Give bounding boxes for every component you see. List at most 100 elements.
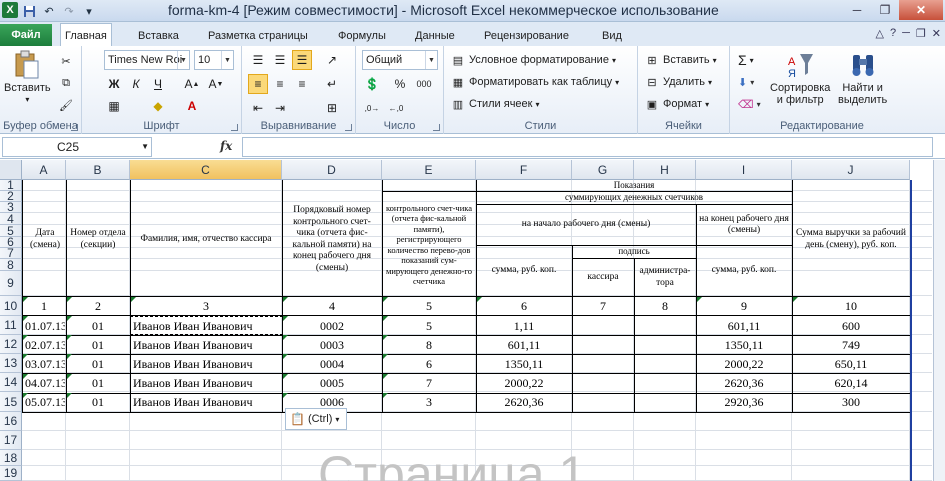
header-serial[interactable]: Порядковый номер контрольного счет-чика … [283, 182, 381, 297]
table-cell-control[interactable]: 6 [383, 354, 475, 373]
number-format-combo[interactable]: Общий ▼ [362, 50, 438, 70]
table-cell-control[interactable]: 3 [383, 393, 475, 412]
align-top-icon[interactable]: ☰ [248, 50, 268, 70]
font-size-combo[interactable]: 10 ▼ [194, 50, 234, 70]
align-left-icon[interactable]: ≡ [248, 74, 268, 94]
thousands-icon[interactable]: 000 [414, 74, 434, 94]
customize-qat-icon[interactable]: ▾ [80, 2, 98, 20]
save-icon[interactable] [20, 2, 38, 20]
wrap-text-icon[interactable]: ↵ [322, 74, 342, 94]
header-date[interactable]: Дата (смена) [24, 182, 66, 297]
header-end[interactable]: на конец рабочего дня (смены) [697, 205, 791, 245]
table-cell-start[interactable]: 1350,11 [477, 354, 571, 373]
alignment-dialog-launcher-icon[interactable] [345, 124, 352, 131]
table-cell-control[interactable]: 8 [383, 335, 475, 354]
column-header-g[interactable]: G [572, 160, 634, 180]
name-box[interactable]: C25 ▼ [2, 137, 152, 157]
table-cell-revenue[interactable]: 650,11 [793, 354, 909, 373]
tab-page-layout[interactable]: Разметка страницы [204, 26, 312, 46]
table-cell-cashier[interactable] [573, 374, 633, 393]
header-readings[interactable]: Показания [477, 180, 791, 192]
tab-home[interactable]: Главная [60, 23, 112, 47]
currency-icon[interactable]: 💲 [362, 74, 382, 94]
column-number-cell[interactable]: 2 [67, 297, 129, 315]
header-dept[interactable]: Номер отдела (секции) [67, 182, 129, 297]
table-cell-admin[interactable] [635, 354, 695, 373]
tab-data[interactable]: Данные [411, 26, 459, 46]
increase-indent-icon[interactable]: ⇥ [270, 98, 290, 118]
table-cell-serial[interactable]: 0005 [283, 374, 381, 393]
table-cell-dept[interactable]: 01 [67, 335, 129, 354]
conditional-formatting-button[interactable]: ▤ Условное форматирование ▾ [450, 51, 616, 69]
column-number-cell[interactable]: 9 [697, 297, 791, 315]
cell-styles-button[interactable]: ▥ Стили ячеек ▾ [450, 95, 540, 113]
table-cell-start[interactable]: 601,11 [477, 335, 571, 354]
format-as-table-button[interactable]: ▦ Форматировать как таблицу ▾ [450, 73, 619, 91]
underline-button[interactable]: Ч [148, 74, 168, 94]
tab-review[interactable]: Рецензирование [480, 26, 573, 46]
align-center-icon[interactable]: ≡ [270, 74, 290, 94]
column-number-cell[interactable]: 10 [793, 297, 909, 315]
column-header-h[interactable]: H [634, 160, 696, 180]
table-cell-date[interactable]: 02.07.13 [23, 335, 65, 354]
restore-button[interactable]: ❐ [871, 0, 899, 20]
minimize-button[interactable]: ─ [843, 0, 871, 20]
table-cell-date[interactable]: 03.07.13 [23, 354, 65, 373]
column-number-cell[interactable]: 5 [383, 297, 475, 315]
row-header-18[interactable]: 18 [0, 450, 22, 466]
table-cell-serial[interactable]: 0003 [283, 335, 381, 354]
table-cell-revenue[interactable]: 600 [793, 316, 909, 335]
borders-icon[interactable]: ▦ [104, 96, 124, 116]
row-header-9[interactable]: 9 [0, 271, 22, 296]
table-cell-end[interactable]: 2000,22 [697, 354, 791, 373]
table-cell-dept[interactable]: 01 [67, 374, 129, 393]
table-cell-end[interactable]: 601,11 [697, 316, 791, 335]
row-header-16[interactable]: 16 [0, 412, 22, 431]
insert-cells-button[interactable]: ⊞ Вставить ▾ [644, 51, 716, 69]
table-cell-date[interactable]: 01.07.13 [23, 316, 65, 335]
table-cell-date[interactable]: 05.07.13 [23, 393, 65, 412]
worksheet-grid[interactable]: ABCDEFGHIJ 1 2 3 4 5 6 7 8 9 10 11 12 13 14 15 16 17 18 19… [0, 160, 945, 481]
undo-icon[interactable]: ↶ [40, 2, 58, 20]
excel-app-icon[interactable]: X [2, 2, 18, 18]
doc-minimize-icon[interactable]: ─ [902, 27, 910, 40]
doc-restore-icon[interactable]: ❐ [916, 27, 926, 40]
table-cell-cashier[interactable] [573, 393, 633, 412]
row-header-15[interactable]: 15 [0, 392, 22, 412]
table-cell-fio[interactable]: Иванов Иван Иванович [131, 354, 281, 373]
align-bottom-icon[interactable]: ☰ [292, 50, 312, 70]
table-cell-revenue[interactable]: 620,14 [793, 374, 909, 393]
table-cell-admin[interactable] [635, 374, 695, 393]
column-header-j[interactable]: J [792, 160, 910, 180]
header-sign[interactable]: подпись [573, 246, 695, 258]
header-cashier[interactable]: кассира [573, 259, 633, 296]
column-header-f[interactable]: F [476, 160, 572, 180]
decrease-decimal-icon[interactable]: ←,0 [386, 98, 406, 118]
column-number-cell[interactable]: 7 [573, 297, 633, 315]
grow-font-icon[interactable]: A ▲ [182, 74, 202, 94]
font-color-icon[interactable]: A [182, 96, 202, 116]
doc-close-icon[interactable]: ✕ [932, 27, 941, 40]
header-admin[interactable]: администра-тора [635, 259, 695, 296]
clipboard-dialog-launcher-icon[interactable] [71, 124, 78, 131]
merge-center-icon[interactable]: ⊞ [322, 98, 342, 118]
table-cell-revenue[interactable]: 749 [793, 335, 909, 354]
fill-icon[interactable]: ⬇ ▾ [738, 73, 754, 91]
row-header-12[interactable]: 12 [0, 335, 22, 354]
table-cell-serial[interactable]: 0004 [283, 354, 381, 373]
italic-button[interactable]: К [126, 74, 146, 94]
tab-formulas[interactable]: Формулы [334, 26, 390, 46]
row-header-13[interactable]: 13 [0, 354, 22, 373]
redo-icon[interactable]: ↷ [60, 2, 78, 20]
header-fio[interactable]: Фамилия, имя, отчество кассира [131, 182, 281, 297]
header-start[interactable]: на начало рабочего дня (смены) [477, 205, 695, 245]
header-sum2[interactable]: сумма, руб. коп. [697, 246, 791, 296]
row-header-10[interactable]: 10 [0, 296, 22, 316]
table-cell-date[interactable]: 04.07.13 [23, 374, 65, 393]
paste-button[interactable]: Вставить ▾ [4, 50, 51, 106]
insert-function-icon[interactable]: fx [220, 139, 232, 153]
header-sum1[interactable]: сумма, руб. коп. [477, 246, 571, 296]
cut-icon[interactable]: ✂ [58, 52, 74, 70]
bold-button[interactable]: Ж [104, 74, 124, 94]
table-cell-end[interactable]: 2620,36 [697, 374, 791, 393]
